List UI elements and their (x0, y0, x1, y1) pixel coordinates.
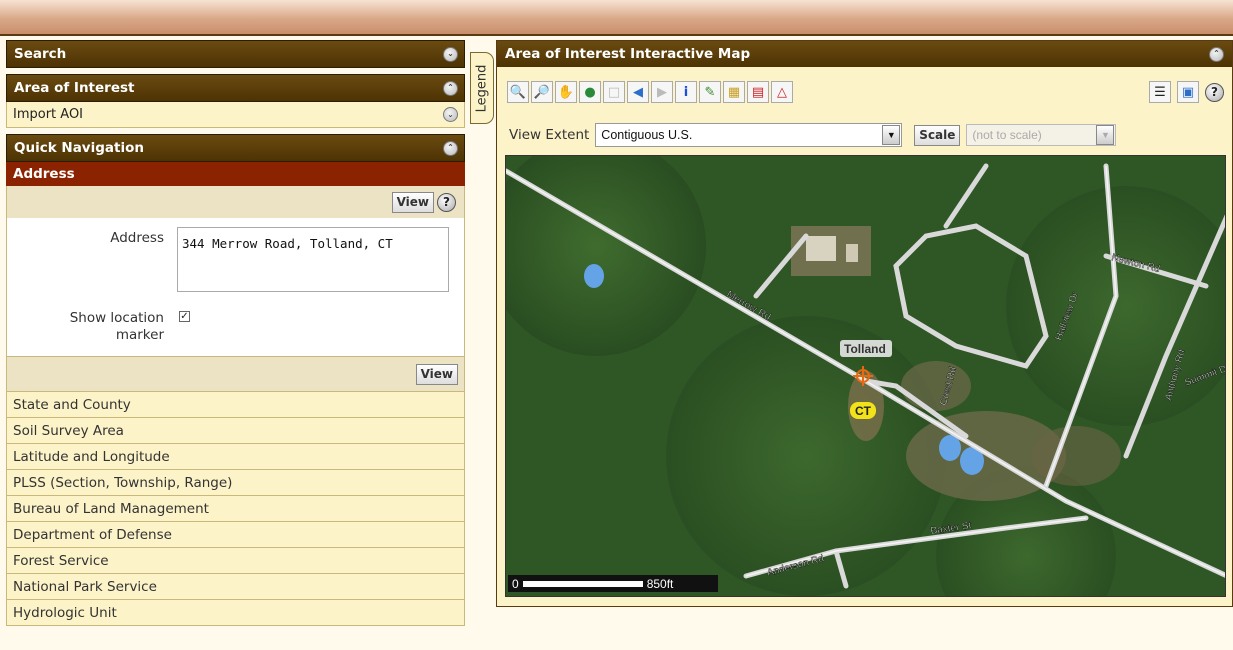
scale-value: (not to scale) (972, 128, 1042, 142)
map-image-icon[interactable]: ▣ (1177, 81, 1199, 103)
map-panel-header[interactable]: Area of Interest Interactive Map ⌃ (497, 41, 1232, 67)
view-extent-row: View Extent Contiguous U.S. ▼ Scale (not… (509, 123, 1117, 147)
map-panel-title: Area of Interest Interactive Map (505, 46, 751, 62)
show-marker-checkbox[interactable]: ✓ (179, 311, 190, 322)
scalebar-end: 850ft (646, 576, 674, 591)
measure-ruler-icon[interactable]: ✎ (699, 81, 721, 103)
globe-icon[interactable]: ● (579, 81, 601, 103)
legend-tab-label: Legend (474, 64, 490, 112)
map-toolbar-right: ☰ ▣ ? (1149, 81, 1224, 103)
aoi-disabled-icon[interactable]: □ (603, 81, 625, 103)
scalebar-start: 0 (512, 576, 519, 591)
scale-button[interactable]: Scale (914, 124, 961, 146)
legend-tab[interactable]: Legend (470, 52, 494, 124)
map-scalebar: 0 850ft (508, 575, 718, 592)
forward-arrow-icon[interactable]: ▶ (651, 81, 673, 103)
nav-item-soil-survey[interactable]: Soil Survey Area (6, 418, 465, 444)
address-view-bar: View ? (6, 186, 465, 218)
state-label: CT (855, 404, 872, 418)
view-extent-value: Contiguous U.S. (601, 128, 693, 142)
aerial-map[interactable]: Merrow Rd Crest Rd Hallview Dr Newton Rd… (505, 155, 1226, 597)
aoi-polygon-icon[interactable]: △ (771, 81, 793, 103)
info-icon[interactable]: i (675, 81, 697, 103)
nav-item-blm[interactable]: Bureau of Land Management (6, 496, 465, 522)
search-header-label: Search (14, 46, 67, 62)
view-extent-label: View Extent (509, 127, 590, 143)
chevron-up-icon[interactable]: ⌃ (443, 80, 458, 96)
import-aoi-row[interactable]: Import AOI ⌄ (6, 102, 465, 128)
help-icon[interactable]: ? (1205, 82, 1224, 102)
map-toolbar: 🔍 🔎 ✋ ● □ ◀ ▶ i ✎ ▦ ▤ △ (507, 81, 793, 107)
view-button-top[interactable]: View (391, 191, 434, 213)
chevron-down-icon[interactable]: ▼ (1096, 125, 1115, 145)
view-button-bottom[interactable]: View (415, 363, 458, 385)
town-label: Tolland (844, 342, 886, 356)
chevron-up-icon[interactable]: ⌃ (443, 140, 458, 156)
view-extent-select[interactable]: Contiguous U.S. ▼ (595, 123, 903, 147)
quick-navigation-label: Quick Navigation (14, 140, 144, 156)
address-section-header[interactable]: Address (6, 162, 465, 186)
show-marker-label: Show location marker (69, 310, 164, 343)
nav-item-plss[interactable]: PLSS (Section, Township, Range) (6, 470, 465, 496)
nav-item-national-park[interactable]: National Park Service (6, 574, 465, 600)
search-header[interactable]: Search ⌄ (6, 40, 465, 68)
map-panel: Area of Interest Interactive Map ⌃ 🔍 🔎 ✋… (496, 40, 1233, 607)
nav-item-hydrologic-unit[interactable]: Hydrologic Unit (6, 600, 465, 626)
help-icon[interactable]: ? (437, 192, 456, 212)
aoi-rectangle-icon[interactable]: ▤ (747, 81, 769, 103)
address-input[interactable] (177, 227, 449, 292)
top-banner (0, 0, 1233, 36)
nav-item-forest-service[interactable]: Forest Service (6, 548, 465, 574)
zoom-in-icon[interactable]: 🔍 (507, 81, 529, 103)
nav-item-dod[interactable]: Department of Defense (6, 522, 465, 548)
chevron-down-icon[interactable]: ▼ (882, 125, 901, 145)
aerial-imagery: Merrow Rd Crest Rd Hallview Dr Newton Rd… (506, 156, 1225, 596)
address-section-label: Address (13, 166, 75, 182)
layers-icon[interactable]: ▦ (723, 81, 745, 103)
pan-hand-icon[interactable]: ✋ (555, 81, 577, 103)
scale-select[interactable]: (not to scale) ▼ (966, 124, 1117, 146)
import-aoi-label: Import AOI (13, 107, 84, 122)
legend-toggle-icon[interactable]: ☰ (1149, 81, 1171, 103)
chevron-up-icon[interactable]: ⌃ (1209, 46, 1224, 62)
address-form: Address Show locationmarker ✓ (6, 218, 465, 356)
quick-navigation-header[interactable]: Quick Navigation ⌃ (6, 134, 465, 162)
scalebar-bar (522, 580, 643, 587)
chevron-down-icon[interactable]: ⌄ (443, 46, 458, 62)
nav-item-state-county[interactable]: State and County (6, 392, 465, 418)
nav-item-lat-long[interactable]: Latitude and Longitude (6, 444, 465, 470)
aoi-header[interactable]: Area of Interest ⌃ (6, 74, 465, 102)
back-arrow-icon[interactable]: ◀ (627, 81, 649, 103)
address-label: Address (110, 230, 164, 246)
address-view-bar-bottom: View (6, 356, 465, 392)
zoom-out-icon[interactable]: 🔎 (531, 81, 553, 103)
aoi-header-label: Area of Interest (14, 80, 135, 96)
chevron-down-icon[interactable]: ⌄ (443, 107, 458, 122)
left-panel: Search ⌄ Area of Interest ⌃ Import AOI ⌄… (6, 40, 465, 626)
